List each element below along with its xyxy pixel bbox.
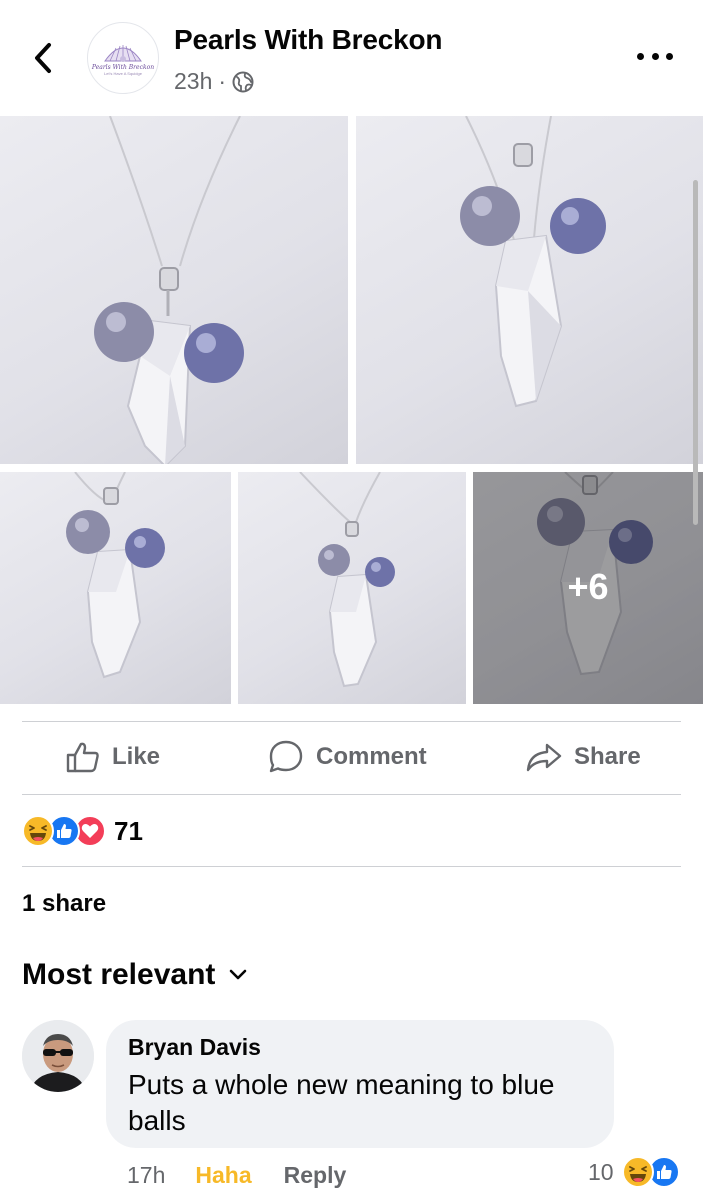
comment-reaction-button[interactable]: Haha xyxy=(195,1162,251,1189)
comment-sort-dropdown[interactable]: Most relevant xyxy=(22,958,247,992)
necklace-photo-image xyxy=(299,472,395,688)
like-label: Like xyxy=(112,743,161,770)
scrollbar[interactable] xyxy=(693,180,698,525)
share-label: Share xyxy=(574,743,641,770)
thumbs-up-icon xyxy=(66,742,99,773)
comment-reactions[interactable]: 10 xyxy=(588,1156,680,1188)
photo-2[interactable] xyxy=(356,116,703,464)
chevron-left-icon xyxy=(35,43,51,73)
reactions-summary[interactable]: 71 xyxy=(22,814,143,848)
shell-logo-icon xyxy=(104,44,142,62)
share-button[interactable]: Share xyxy=(526,722,641,792)
photo-4[interactable] xyxy=(238,472,466,704)
sort-label: Most relevant xyxy=(22,958,216,991)
reaction-count: 71 xyxy=(114,815,143,846)
photo-5-more[interactable]: +6 xyxy=(473,472,703,704)
reply-button[interactable]: Reply xyxy=(284,1162,347,1189)
comment-button[interactable]: Comment xyxy=(268,722,427,792)
page-avatar[interactable]: Pearls With Breckon Let's Have A Squidge xyxy=(87,22,159,94)
meta-separator: · xyxy=(218,68,227,94)
comment-text: Puts a whole new meaning to blue balls xyxy=(128,1069,555,1136)
divider xyxy=(22,794,681,795)
comment-time[interactable]: 17h xyxy=(127,1162,165,1189)
back-button[interactable] xyxy=(28,38,58,78)
photo-1[interactable] xyxy=(0,116,348,464)
divider xyxy=(22,866,681,867)
post-actions: Like Comment Share xyxy=(22,722,681,792)
shares-count-link[interactable]: 1 share xyxy=(22,890,106,918)
photo-3[interactable] xyxy=(0,472,231,704)
necklace-photo-image xyxy=(460,116,606,408)
profile-photo-image xyxy=(22,1020,94,1092)
post-time[interactable]: 23h xyxy=(174,68,212,95)
logo-subtext: Let's Have A Squidge xyxy=(104,70,142,76)
share-arrow-icon xyxy=(526,743,562,772)
globe-icon xyxy=(232,71,254,92)
haha-reaction-icon xyxy=(22,815,54,847)
comment-meta: 17h Haha Reply xyxy=(127,1158,346,1192)
commenter-avatar[interactable] xyxy=(22,1020,94,1092)
more-horizontal-icon xyxy=(637,52,644,60)
comment-author-link[interactable]: Bryan Davis xyxy=(128,1034,592,1061)
more-options-button[interactable] xyxy=(637,44,673,68)
logo-text: Pearls With Breckon xyxy=(91,63,155,71)
post-header: Pearls With Breckon Let's Have A Squidge… xyxy=(0,0,703,116)
more-photos-count: +6 xyxy=(567,566,609,607)
chevron-down-icon xyxy=(230,969,247,980)
post-meta: 23h · xyxy=(174,68,254,95)
comment-label: Comment xyxy=(316,743,427,770)
necklace-photo-image xyxy=(94,116,244,464)
photo-grid: +6 xyxy=(0,116,703,704)
necklace-photo-image xyxy=(66,472,165,679)
comment-bubble: Bryan Davis Puts a whole new meaning to … xyxy=(106,1020,614,1148)
haha-reaction-icon xyxy=(621,1156,654,1188)
comment-reaction-count: 10 xyxy=(588,1158,614,1185)
like-button[interactable]: Like xyxy=(66,722,160,792)
comment-bubble-icon xyxy=(269,740,303,773)
page-name-link[interactable]: Pearls With Breckon xyxy=(174,24,442,56)
